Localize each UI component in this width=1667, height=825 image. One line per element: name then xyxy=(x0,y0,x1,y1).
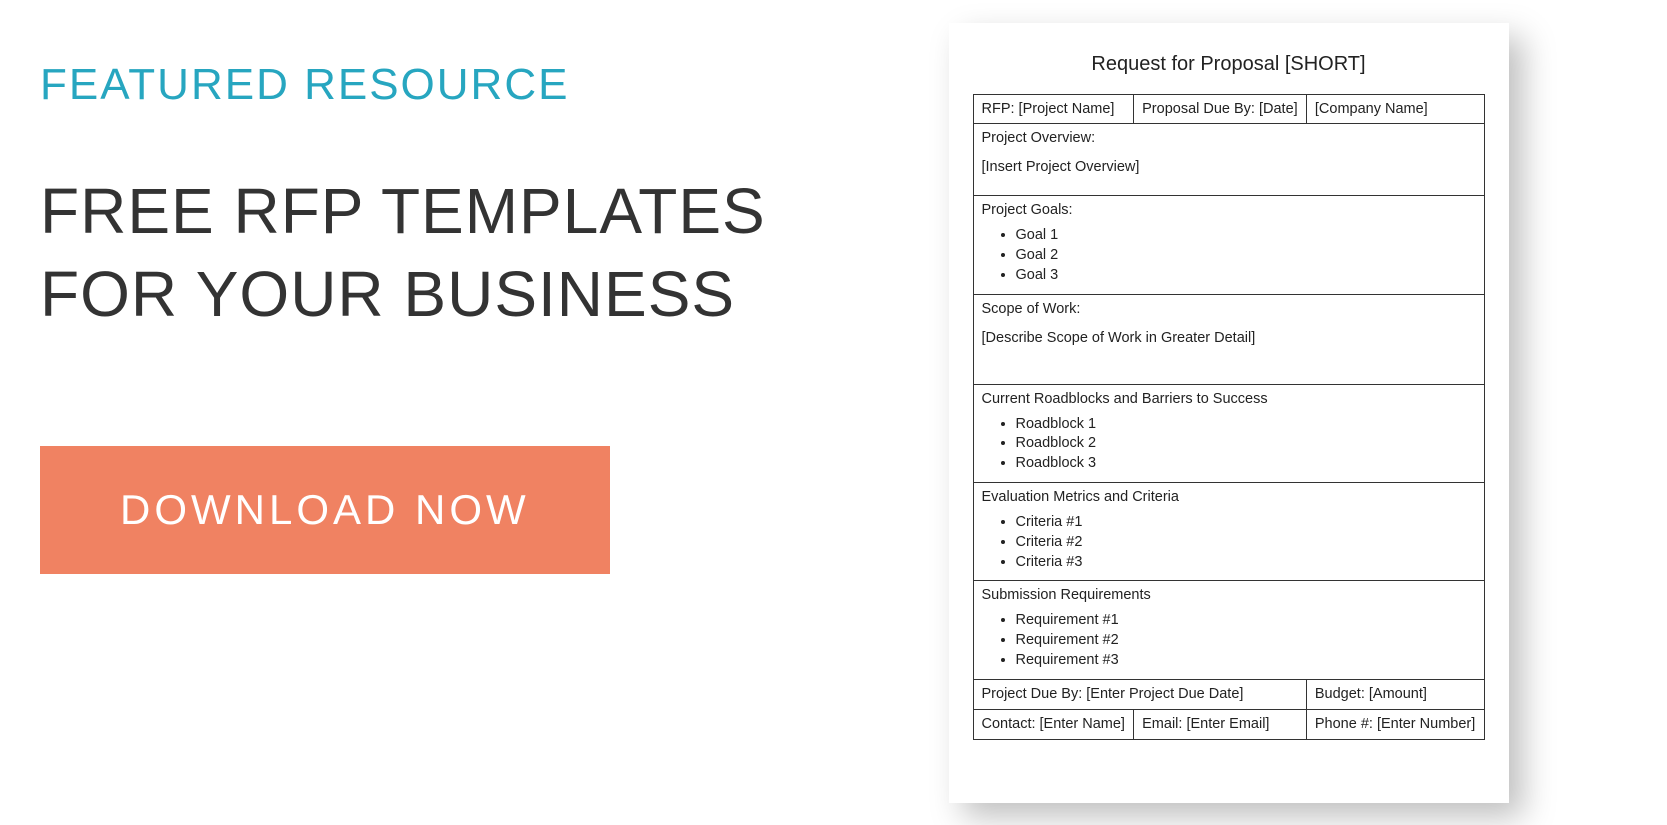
goal-item: Goal 2 xyxy=(1016,246,1476,265)
due-budget-row: Project Due By: [Enter Project Due Date]… xyxy=(973,679,1484,709)
phone-cell: Phone #: [Enter Number] xyxy=(1306,709,1484,739)
rfp-name-cell: RFP: [Project Name] xyxy=(973,94,1134,124)
roadblocks-label: Current Roadblocks and Barriers to Succe… xyxy=(982,390,1476,409)
goals-row: Project Goals: Goal 1 Goal 2 Goal 3 xyxy=(973,196,1484,294)
contact-cell: Contact: [Enter Name] xyxy=(973,709,1134,739)
scope-label: Scope of Work: xyxy=(982,300,1476,319)
requirement-item: Requirement #1 xyxy=(1016,611,1476,630)
goal-item: Goal 1 xyxy=(1016,226,1476,245)
contact-row: Contact: [Enter Name] Email: [Enter Emai… xyxy=(973,709,1484,739)
rfp-document: Request for Proposal [SHORT] RFP: [Proje… xyxy=(949,23,1509,803)
requirement-item: Requirement #2 xyxy=(1016,631,1476,650)
roadblock-item: Roadblock 1 xyxy=(1016,415,1476,434)
roadblocks-row: Current Roadblocks and Barriers to Succe… xyxy=(973,384,1484,482)
criteria-item: Criteria #3 xyxy=(1016,553,1476,572)
roadblock-item: Roadblock 2 xyxy=(1016,434,1476,453)
criteria-item: Criteria #2 xyxy=(1016,533,1476,552)
requirement-item: Requirement #3 xyxy=(1016,651,1476,670)
header-row: RFP: [Project Name] Proposal Due By: [Da… xyxy=(973,94,1484,124)
criteria-label: Evaluation Metrics and Criteria xyxy=(982,488,1476,507)
headline-text: FREE RFP TEMPLATES FOR YOUR BUSINESS xyxy=(40,170,810,336)
company-name-cell: [Company Name] xyxy=(1306,94,1484,124)
criteria-row: Evaluation Metrics and Criteria Criteria… xyxy=(973,483,1484,581)
overview-row: Project Overview: [Insert Project Overvi… xyxy=(973,124,1484,196)
budget-cell: Budget: [Amount] xyxy=(1306,679,1484,709)
project-due-cell: Project Due By: [Enter Project Due Date] xyxy=(973,679,1306,709)
email-cell: Email: [Enter Email] xyxy=(1134,709,1307,739)
document-title: Request for Proposal [SHORT] xyxy=(973,53,1485,76)
download-button[interactable]: DOWNLOAD NOW xyxy=(40,446,610,574)
criteria-item: Criteria #1 xyxy=(1016,513,1476,532)
scope-body: [Describe Scope of Work in Greater Detai… xyxy=(982,329,1476,348)
overview-body: [Insert Project Overview] xyxy=(982,158,1476,177)
eyebrow-text: FEATURED RESOURCE xyxy=(40,60,810,110)
overview-label: Project Overview: xyxy=(982,129,1476,148)
submission-label: Submission Requirements xyxy=(982,586,1476,605)
rfp-table: RFP: [Project Name] Proposal Due By: [Da… xyxy=(973,94,1485,740)
goals-label: Project Goals: xyxy=(982,201,1476,220)
scope-row: Scope of Work: [Describe Scope of Work i… xyxy=(973,294,1484,384)
roadblock-item: Roadblock 3 xyxy=(1016,454,1476,473)
submission-row: Submission Requirements Requirement #1 R… xyxy=(973,581,1484,679)
proposal-due-cell: Proposal Due By: [Date] xyxy=(1134,94,1307,124)
left-panel: FEATURED RESOURCE FREE RFP TEMPLATES FOR… xyxy=(0,0,850,825)
right-panel: Request for Proposal [SHORT] RFP: [Proje… xyxy=(850,0,1667,825)
goal-item: Goal 3 xyxy=(1016,266,1476,285)
